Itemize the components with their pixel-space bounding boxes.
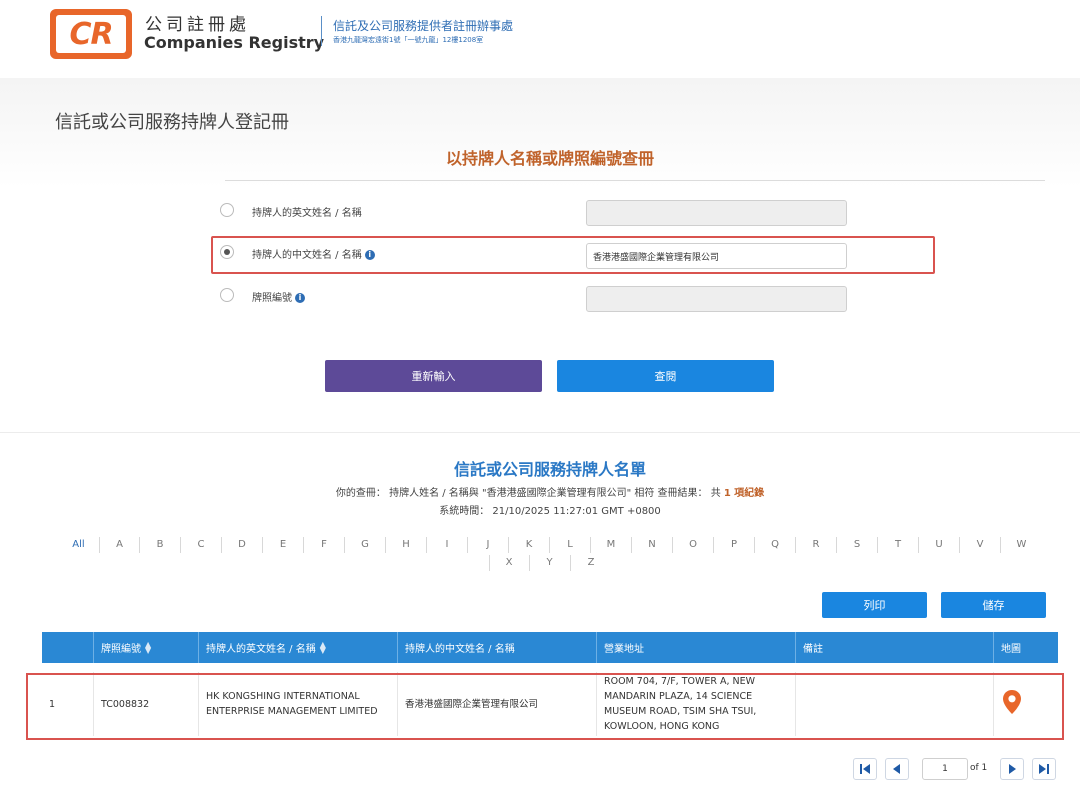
alpha-f[interactable]: F	[304, 537, 345, 553]
query-summary: 你的查冊： 持牌人姓名 / 名稱與 "香港港盛國際企業管理有限公司" 相符 查冊…	[335, 488, 765, 499]
label-licence-no: 牌照編號 i	[252, 289, 305, 304]
alpha-v[interactable]: V	[960, 537, 1001, 553]
sort-icon[interactable]: ▲ ▼	[145, 640, 151, 654]
result-count: 1	[723, 488, 731, 499]
col-name-en[interactable]: 持牌人的英文姓名 / 名稱 ▲ ▼	[199, 632, 398, 663]
first-page-icon	[860, 764, 870, 774]
page-number-input[interactable]: 1	[922, 758, 968, 780]
save-button[interactable]: 儲存	[941, 592, 1046, 618]
alphabet-filter-row-1: All ABCDEFGHIJKLMNOPQRSTUVW	[55, 537, 1045, 553]
alpha-z[interactable]: Z	[571, 555, 612, 571]
header-divider	[321, 16, 322, 46]
sort-icon[interactable]: ▲ ▼	[320, 640, 326, 654]
prev-page-icon	[893, 764, 900, 774]
system-time: 系統時間： 21/10/2025 11:27:01 GMT +0800	[439, 506, 661, 517]
alpha-g[interactable]: G	[345, 537, 386, 553]
alpha-j[interactable]: J	[468, 537, 509, 553]
alpha-i[interactable]: I	[427, 537, 468, 553]
alpha-a[interactable]: A	[99, 537, 140, 553]
alpha-n[interactable]: N	[632, 537, 673, 553]
name-en-input[interactable]	[586, 200, 847, 226]
licence-no-input[interactable]	[586, 286, 847, 312]
radio-licence-no[interactable]	[220, 288, 234, 302]
alpha-t[interactable]: T	[878, 537, 919, 553]
label-name-zh: 持牌人的中文姓名 / 名稱 i	[252, 246, 375, 261]
alpha-k[interactable]: K	[509, 537, 550, 553]
print-button[interactable]: 列印	[822, 592, 927, 618]
alpha-x[interactable]: X	[488, 555, 530, 571]
next-page-button[interactable]	[1000, 758, 1024, 780]
col-remarks: 備註	[796, 632, 994, 663]
page-title: 信託或公司服務持牌人登記冊	[55, 112, 289, 133]
results-title: 信託或公司服務持牌人名單	[453, 460, 646, 479]
page-total: of 1	[970, 763, 988, 773]
alpha-w[interactable]: W	[1001, 537, 1042, 553]
alpha-e[interactable]: E	[263, 537, 304, 553]
last-page-icon	[1039, 764, 1049, 774]
table-header: 牌照編號 ▲ ▼ 持牌人的英文姓名 / 名稱 ▲ ▼ 持牌人的中文姓名 / 名稱 營業地…	[42, 632, 1058, 663]
radio-name-zh[interactable]	[220, 245, 234, 259]
search-button[interactable]: 查閱	[557, 360, 774, 392]
alpha-m[interactable]: M	[591, 537, 632, 553]
radio-name-en[interactable]	[220, 203, 234, 217]
alphabet-filter-row-2: XYZ	[55, 555, 1045, 571]
label-name-en: 持牌人的英文姓名 / 名稱	[252, 208, 362, 219]
last-page-button[interactable]	[1032, 758, 1056, 780]
col-licence-no[interactable]: 牌照編號 ▲ ▼	[94, 632, 199, 663]
row-highlight-box	[26, 673, 1064, 740]
org-name-zh: 公司註冊處	[145, 15, 250, 35]
info-icon[interactable]: i	[295, 293, 305, 303]
col-address: 營業地址	[597, 632, 796, 663]
section-divider	[0, 432, 1080, 433]
alpha-h[interactable]: H	[386, 537, 427, 553]
alpha-y[interactable]: Y	[530, 555, 571, 571]
site-header: CR 公司註冊處 Companies Registry 信託及公司服務提供者註冊…	[0, 0, 1080, 78]
first-page-button[interactable]	[853, 758, 877, 780]
dept-name-zh: 信託及公司服務提供者註冊辦事處	[333, 19, 514, 33]
logo-text: CR	[69, 16, 113, 52]
info-icon[interactable]: i	[364, 250, 375, 260]
map-pin-icon[interactable]	[1002, 689, 1022, 715]
search-divider	[225, 180, 1045, 181]
reset-button[interactable]: 重新輸入	[325, 360, 542, 392]
org-name-en: Companies Registry	[144, 33, 325, 52]
col-name-zh: 持牌人的中文姓名 / 名稱	[398, 632, 597, 663]
alpha-p[interactable]: P	[714, 537, 755, 553]
alpha-r[interactable]: R	[796, 537, 837, 553]
name-zh-input[interactable]	[586, 243, 847, 269]
cr-logo[interactable]: CR	[50, 9, 132, 59]
next-page-icon	[1009, 764, 1016, 774]
alpha-q[interactable]: Q	[755, 537, 796, 553]
col-map: 地圖	[1001, 644, 1021, 655]
alpha-c[interactable]: C	[181, 537, 222, 553]
col-index	[42, 632, 94, 663]
alpha-d[interactable]: D	[222, 537, 263, 553]
alpha-s[interactable]: S	[837, 537, 878, 553]
alpha-all[interactable]: All	[58, 537, 99, 553]
alpha-u[interactable]: U	[919, 537, 960, 553]
alpha-l[interactable]: L	[550, 537, 591, 553]
dept-address: 香港九龍灣宏遠街1號「一號九龍」12樓1208室	[333, 36, 484, 44]
prev-page-button[interactable]	[885, 758, 909, 780]
alpha-b[interactable]: B	[140, 537, 181, 553]
search-title: 以持牌人名稱或牌照編號查冊	[445, 149, 654, 168]
alpha-o[interactable]: O	[673, 537, 714, 553]
